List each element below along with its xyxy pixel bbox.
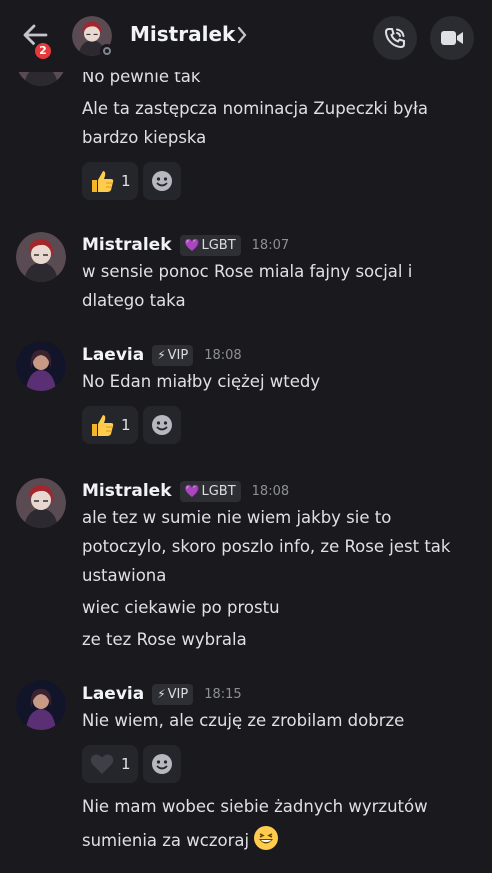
thumbs-up-icon [92, 171, 114, 192]
message-text: bardzo kiepska [82, 128, 207, 147]
add-reaction-icon [152, 754, 172, 774]
timestamp: 18:07 [251, 237, 290, 253]
message-text: ustawiona [82, 566, 167, 585]
add-reaction-icon [152, 171, 172, 191]
timestamp: 18:15 [204, 686, 242, 702]
author-name[interactable]: Mistralek [82, 481, 172, 501]
role-tag-label: LGBT [201, 483, 236, 499]
message-text: dlatego taka [82, 291, 186, 310]
role-tag: 💜 LGBT [179, 234, 241, 256]
phone-icon [384, 28, 405, 49]
avatar-mistralek[interactable] [16, 232, 66, 282]
thumbs-up-icon [92, 415, 114, 436]
lightning-icon: ⚡ [157, 687, 166, 701]
add-reaction-button[interactable] [143, 745, 181, 783]
message-text: Nie mam wobec siebie żadnych wyrzutów [82, 797, 428, 816]
avatar-laevia[interactable] [16, 680, 66, 730]
status-indicator [100, 44, 114, 58]
message-text: wiec ciekawie po prostu [82, 598, 280, 617]
chat-header: 2 Mistralek [0, 0, 492, 72]
video-camera-icon [441, 31, 463, 45]
heart-reaction-icon [90, 754, 114, 774]
chevron-right-icon[interactable] [236, 26, 248, 44]
role-tag: ⚡ VIP [152, 344, 194, 366]
reaction-heart[interactable]: 1 [82, 745, 138, 783]
message-list[interactable]: No pewnie tak Ale ta zastępcza nominacja… [0, 0, 492, 873]
role-tag: 💜 LGBT [179, 480, 241, 502]
add-reaction-button[interactable] [143, 406, 181, 444]
heart-icon: 💜 [184, 238, 200, 252]
header-avatar[interactable] [72, 16, 114, 58]
avatar-mistralek[interactable] [16, 478, 66, 528]
message-text: ze tez Rose wybrala [82, 630, 247, 649]
message-text: sumienia za wczoraj [82, 825, 279, 851]
message-header: Laevia ⚡ VIP 18:08 [82, 343, 242, 367]
reaction-count: 1 [121, 755, 131, 773]
author-name[interactable]: Laevia [82, 684, 144, 704]
chat-title[interactable]: Mistralek [130, 22, 235, 46]
message-text: ale tez w sumie nie wiem jakby sie to [82, 508, 392, 527]
add-reaction-button[interactable] [143, 162, 181, 200]
grinning-emoji-icon [254, 826, 279, 850]
timestamp: 18:08 [251, 483, 290, 499]
reaction-count: 1 [121, 172, 131, 190]
author-name[interactable]: Mistralek [82, 235, 172, 255]
lightning-icon: ⚡ [157, 348, 166, 362]
author-name[interactable]: Laevia [82, 345, 144, 365]
add-reaction-icon [152, 415, 172, 435]
reaction-thumbs-up[interactable]: 1 [82, 162, 138, 200]
reaction-thumbs-up[interactable]: 1 [82, 406, 138, 444]
reaction-count: 1 [121, 416, 131, 434]
heart-icon: 💜 [184, 484, 200, 498]
video-call-button[interactable] [430, 16, 474, 60]
message-text: w sensie ponoc Rose miala fajny socjal i [82, 262, 413, 281]
role-tag-label: VIP [167, 347, 189, 363]
message-header: Mistralek 💜 LGBT 18:08 [82, 479, 289, 503]
message-text: potoczylo, skoro poszlo info, ze Rose je… [82, 537, 451, 556]
back-button[interactable]: 2 [18, 18, 58, 62]
role-tag-label: VIP [167, 686, 189, 702]
role-tag: ⚡ VIP [152, 683, 194, 705]
avatar-laevia[interactable] [16, 341, 66, 391]
message-text: Ale ta zastępcza nominacja Zupeczki była [82, 99, 428, 118]
timestamp: 18:08 [204, 347, 242, 363]
message-header: Mistralek 💜 LGBT 18:07 [82, 233, 289, 257]
unread-badge: 2 [32, 40, 54, 62]
message-text-segment: sumienia za wczoraj [82, 831, 250, 850]
role-tag-label: LGBT [201, 237, 236, 253]
voice-call-button[interactable] [373, 16, 417, 60]
message-header: Laevia ⚡ VIP 18:15 [82, 682, 242, 706]
message-text: No Edan miałby ciężej wtedy [82, 372, 321, 391]
message-text: Nie wiem, ale czuję ze zrobilam dobrze [82, 711, 405, 730]
